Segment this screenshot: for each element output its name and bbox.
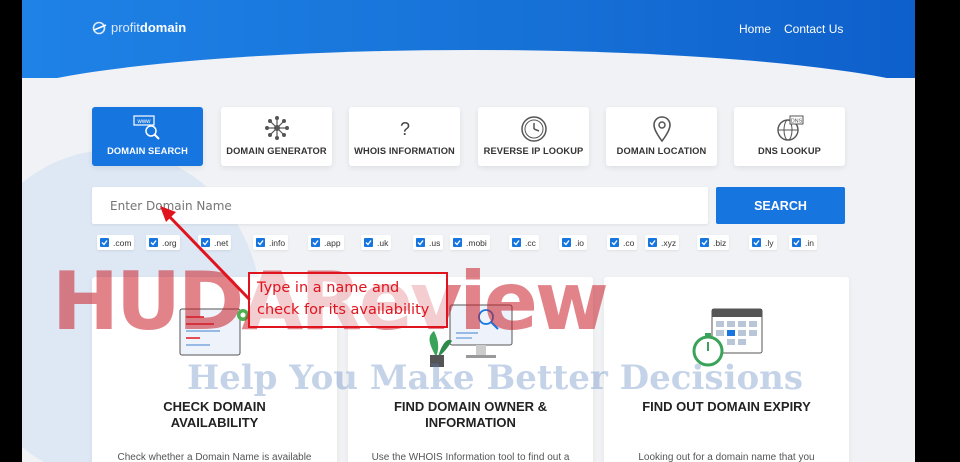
annotation-line1: Type in a name and <box>257 280 400 296</box>
annotation-line2: check for its availability <box>257 302 430 318</box>
screenshot-frame: profit domain Home Contact Us www DOMAIN … <box>0 0 960 462</box>
annotation-arrow-icon <box>160 206 252 302</box>
annotation-callout: Type in a name and check for its availab… <box>248 272 448 328</box>
